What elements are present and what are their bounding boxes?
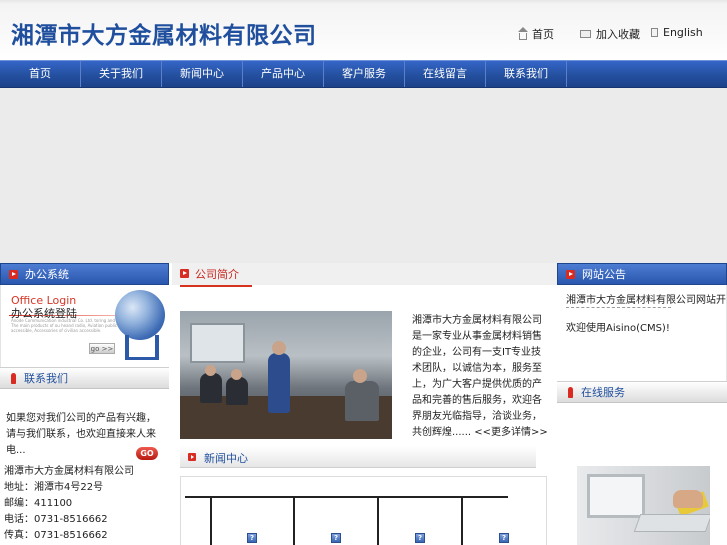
photo-presenter <box>268 353 290 413</box>
nav-item-contact[interactable]: 联系我们 <box>486 61 567 87</box>
english-link-label: English <box>663 26 703 39</box>
office-fine-print: Anode Communication industrial Co. Ltd. … <box>11 318 128 333</box>
bulb-icon <box>568 387 573 398</box>
favorite-icon <box>580 30 591 38</box>
office-panel-header: 办公系统 <box>0 263 169 285</box>
keyboard-graphic <box>633 514 710 532</box>
header: 湘潭市大方金属材料有限公司 首页 加入收藏 English <box>0 0 727 60</box>
address-line: 邮编：411100 <box>4 498 73 509</box>
photo-person-head <box>231 369 242 380</box>
service-panel-title: 在线服务 <box>581 386 625 399</box>
main-nav: 首页 关于我们 新闻中心 产品中心 客户服务 在线留言 联系我们 <box>0 60 727 88</box>
bulb-icon <box>11 373 16 384</box>
nav-item-service[interactable]: 客户服务 <box>324 61 405 87</box>
address-line: 地址：湘潭市4号22号 <box>4 482 104 493</box>
home-link[interactable]: 首页 <box>518 26 554 42</box>
notice-divider <box>566 307 671 308</box>
photo-person-head <box>353 369 367 383</box>
nav-item-products[interactable]: 产品中心 <box>243 61 324 87</box>
news-frame-divider <box>210 496 212 545</box>
photo-presenter-head <box>272 341 286 355</box>
arrow-right-icon <box>9 270 18 279</box>
nav-item-news[interactable]: 新闻中心 <box>162 61 243 87</box>
news-frame-top <box>185 496 508 498</box>
nav-item-about[interactable]: 关于我们 <box>81 61 162 87</box>
missing-image-icon: ? <box>415 533 425 543</box>
english-link[interactable]: English <box>651 26 703 39</box>
about-underline <box>180 285 252 287</box>
photo-person <box>200 373 222 403</box>
missing-image-icon: ? <box>247 533 257 543</box>
news-frame-divider <box>461 496 463 545</box>
notice-link[interactable]: 欢迎使用Aisino(CMS)! <box>566 319 670 334</box>
nav-item-home[interactable]: 首页 <box>0 61 81 87</box>
about-panel-title: 公司简介 <box>195 268 239 281</box>
language-icon <box>651 28 658 37</box>
photo-window <box>190 323 245 363</box>
globe-stand <box>125 335 159 360</box>
office-login-banner[interactable]: Office Login 办公系统登陆 Anode Communication … <box>0 285 169 367</box>
news-panel-body <box>180 476 547 545</box>
monitor-graphic <box>587 474 645 518</box>
photo-person-head <box>205 365 216 376</box>
home-icon <box>518 26 528 40</box>
contact-box: 如果您对我们公司的产品有兴趣，请与我们联系，也欢迎直接来人来电... GO <box>4 409 164 463</box>
notice-link[interactable]: 湘潭市大方金属材料有限公司网站开通了 ... <box>566 291 726 306</box>
photo-person <box>345 381 379 421</box>
missing-image-icon: ? <box>331 533 341 543</box>
address-block: 湘潭市大方金属材料有限公司 地址：湘潭市4号22号 邮编：411100 电话：0… <box>4 464 169 544</box>
missing-image-icon: ? <box>499 533 509 543</box>
nav-item-message[interactable]: 在线留言 <box>405 61 486 87</box>
globe-icon <box>115 290 165 340</box>
address-line: 湘潭市大方金属材料有限公司 <box>4 466 134 477</box>
home-link-label: 首页 <box>532 28 554 41</box>
office-panel-title: 办公系统 <box>25 268 69 281</box>
arrow-right-icon <box>188 453 196 461</box>
about-text: 湘潭市大方金属材料有限公司是一家专业从事金属材料销售的企业，公司有一支IT专业技… <box>412 315 548 438</box>
news-panel-title: 新闻中心 <box>204 452 248 465</box>
arrow-right-icon <box>180 269 189 278</box>
online-service-image[interactable] <box>577 466 710 545</box>
office-go-button[interactable]: go >> <box>89 343 115 354</box>
address-line: 电话：0731-8516662 <box>4 514 108 525</box>
add-favorite-link[interactable]: 加入收藏 <box>580 26 640 42</box>
address-line: 传真：0731-8516662 <box>4 530 108 541</box>
banner <box>0 88 727 263</box>
contact-panel-header: 联系我们 <box>0 367 169 389</box>
company-meeting-photo <box>180 311 392 439</box>
news-frame-divider <box>377 496 379 545</box>
contact-text: 如果您对我们公司的产品有兴趣，请与我们联系，也欢迎直接来人来电... <box>6 413 156 456</box>
notice-panel-title: 网站公告 <box>582 268 626 281</box>
service-panel-header: 在线服务 <box>557 381 727 403</box>
hand-graphic <box>673 490 703 508</box>
news-frame-divider <box>293 496 295 545</box>
notice-panel-header: 网站公告 <box>557 263 727 285</box>
arrow-right-icon <box>566 270 575 279</box>
contact-go-button[interactable]: GO <box>136 447 158 460</box>
photo-person <box>226 377 248 405</box>
company-name: 湘潭市大方金属材料有限公司 <box>11 23 317 49</box>
add-favorite-label: 加入收藏 <box>596 28 640 41</box>
contact-panel-title: 联系我们 <box>24 372 68 385</box>
